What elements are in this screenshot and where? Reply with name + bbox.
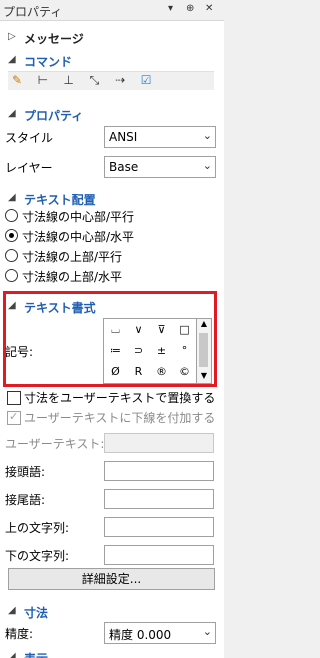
upper-text-input[interactable] [104,517,214,537]
leader-icon[interactable]: ⇢ [111,72,129,88]
symbol-plus-minus[interactable]: ± [150,340,173,361]
align-option-label: 寸法線の上部/平行 [22,250,123,264]
align-option-label: 寸法線の中心部/水平 [22,230,135,244]
collapse-arrow-icon[interactable]: ◢ [8,192,16,203]
section-display[interactable]: ◢ 表示 [0,649,220,658]
layer-label: レイヤー [5,161,53,175]
precision-select[interactable]: 精度 0.000 ⌄ [104,622,216,644]
symbol-depth[interactable]: ⊽ [150,319,173,340]
align-option-label: 寸法線の上部/水平 [22,270,123,284]
upper-text-label: 上の文字列: [5,521,70,535]
align-option-label: 寸法線の中心部/平行 [22,210,135,224]
underline-label: ユーザーテキストに下線を付加する [24,411,216,425]
section-text-format[interactable]: ◢ テキスト書式 [0,298,220,316]
prefix-input[interactable] [104,461,214,481]
dimension-bar-icon[interactable]: ⊥ [60,72,78,88]
chevron-down-icon: ⌄ [202,129,212,142]
underline-checkbox[interactable] [7,410,21,425]
style-value: ANSI [109,130,138,144]
section-text-format-title: テキスト書式 [24,301,96,315]
symbol-taper[interactable]: ⊃ [127,340,150,361]
panel-title: プロパティ [3,5,63,19]
symbol-degree[interactable]: ° [173,340,196,361]
radio-button[interactable] [5,249,18,262]
scroll-up-icon[interactable]: ▲ [197,319,211,331]
lower-text-input[interactable] [104,545,214,565]
rotate-dimension-icon[interactable]: ⤡ [85,72,103,88]
scroll-thumb[interactable] [199,333,208,367]
collapse-arrow-icon[interactable]: ◢ [8,651,16,658]
section-dimension[interactable]: ◢ 寸法 [0,603,220,621]
dimension-line-icon[interactable]: ⊢ [34,72,52,88]
scroll-down-icon[interactable]: ▼ [197,371,211,383]
style-select[interactable]: ANSI ⌄ [104,126,216,148]
panel-title-bar: プロパティ ▾ ⊕ ✕ [0,0,224,21]
section-message[interactable]: ▷ メッセージ [0,29,220,47]
section-command[interactable]: ◢ コマンド [0,52,220,70]
expand-arrow-icon[interactable]: ▷ [8,31,16,42]
suffix-input[interactable] [104,489,214,509]
section-dimension-title: 寸法 [24,606,49,620]
section-property[interactable]: ◢ プロパティ [0,106,220,124]
symbol-countersink[interactable]: ∨ [127,319,150,340]
pin-icon[interactable]: ⊕ [186,3,194,14]
section-text-align[interactable]: ◢ テキスト配置 [0,190,220,208]
collapse-arrow-icon[interactable]: ◢ [8,300,16,311]
precision-value: 精度 0.000 [109,628,172,642]
collapse-arrow-icon[interactable]: ◢ [8,54,16,65]
symbol-grid: ⌴ ∨ ⊽ □ ≔ ⊃ ± ° Ø R ® © [103,318,198,384]
radio-button-selected[interactable] [5,229,18,242]
symbol-copyright[interactable]: © [173,361,196,382]
replace-label: 寸法をユーザーテキストで置換する [24,391,216,405]
user-text-input[interactable] [104,433,214,453]
symbol-counterbore[interactable]: ⌴ [104,319,127,340]
symbol-label: 記号: [5,345,34,359]
symbol-diameter[interactable]: Ø [104,361,127,382]
collapse-arrow-icon[interactable]: ◢ [8,605,16,616]
chevron-down-icon: ⌄ [202,159,212,172]
command-toolbar: ✎ ⊢ ⊥ ⤡ ⇢ ☑ [8,71,214,90]
section-text-align-title: テキスト配置 [24,193,96,207]
section-display-title: 表示 [24,650,48,658]
symbol-slope[interactable]: ≔ [104,340,127,361]
user-text-label: ユーザーテキスト: [5,437,105,451]
chevron-down-icon: ⌄ [202,625,212,638]
prefix-label: 接頭語: [5,465,46,479]
lower-text-label: 下の文字列: [5,549,70,563]
check-settings-icon[interactable]: ☑ [137,72,155,88]
close-icon[interactable]: ✕ [205,3,213,14]
style-label: スタイル [5,131,54,145]
replace-checkbox[interactable] [7,391,21,405]
layer-value: Base [109,160,139,174]
section-command-title: コマンド [24,55,73,69]
precision-label: 精度: [5,627,34,641]
property-panel: ▷ メッセージ ◢ コマンド ✎ ⊢ ⊥ ⤡ ⇢ ☑ ◢ プロパティ スタイル … [0,21,224,658]
radio-button[interactable] [5,209,18,222]
layer-select[interactable]: Base ⌄ [104,156,216,178]
symbol-radius[interactable]: R [127,361,150,382]
pencil-icon[interactable]: ✎ [8,72,26,88]
detail-settings-button[interactable]: 詳細設定... [8,568,215,590]
symbol-registered[interactable]: ® [150,361,173,382]
radio-button[interactable] [5,269,18,282]
section-property-title: プロパティ [24,109,84,123]
symbol-square[interactable]: □ [173,319,196,340]
dropdown-icon[interactable]: ▾ [168,3,173,14]
suffix-label: 接尾語: [5,493,46,507]
section-message-title: メッセージ [24,32,84,46]
collapse-arrow-icon[interactable]: ◢ [8,108,16,119]
symbol-scrollbar[interactable]: ▲ ▼ [196,318,212,384]
